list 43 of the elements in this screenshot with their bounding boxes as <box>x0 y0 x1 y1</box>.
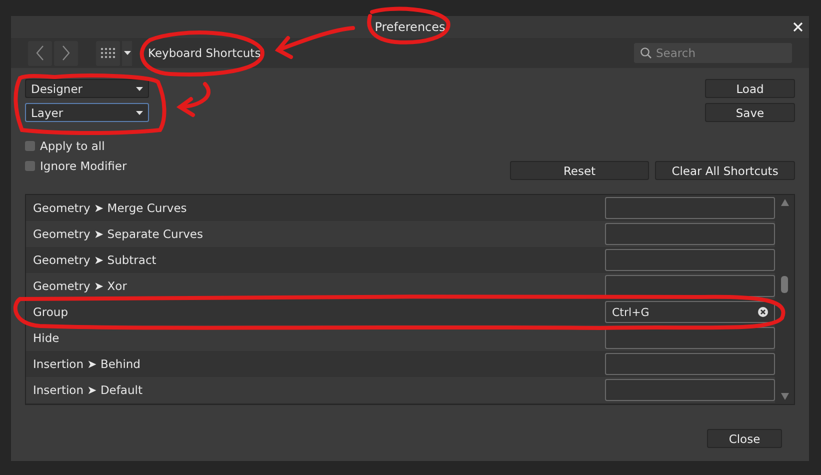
command-label: Insertion ➤ Default <box>33 383 144 397</box>
window-title: Preferences <box>374 20 446 34</box>
annotation-arrow <box>176 82 211 117</box>
command-label: Geometry ➤ Merge Curves <box>33 201 188 215</box>
back-button[interactable] <box>28 40 52 66</box>
command-label: Geometry ➤ Subtract <box>33 253 158 267</box>
caret-icon <box>136 110 143 114</box>
shortcut-field[interactable] <box>605 353 775 375</box>
close-button[interactable]: Close <box>707 429 782 448</box>
dropdown[interactable]: Layer <box>25 103 149 122</box>
load-button[interactable]: Load <box>705 79 795 98</box>
dropdown[interactable]: Designer <box>25 79 149 98</box>
clear-all-button[interactable]: Clear All Shortcuts <box>655 161 795 180</box>
shortcut-field[interactable] <box>605 249 775 271</box>
scroll-down-icon[interactable] <box>780 393 788 400</box>
save-button[interactable]: Save <box>705 103 795 122</box>
shortcut-field[interactable] <box>605 223 775 245</box>
shortcut-field[interactable] <box>605 379 775 401</box>
shortcut-field[interactable] <box>605 197 775 219</box>
shortcut-field[interactable] <box>605 275 775 297</box>
caret-icon <box>136 86 143 90</box>
reset-button[interactable]: Reset <box>510 161 649 180</box>
command-label: Insertion ➤ Behind <box>33 357 142 371</box>
clear-icon[interactable] <box>758 307 768 317</box>
section-title: Keyboard Shortcuts <box>148 46 261 60</box>
checkbox-label: Ignore Modifier <box>40 159 127 173</box>
chevron-right-icon <box>61 45 71 61</box>
caret-icon[interactable] <box>122 40 132 66</box>
command-label: Group <box>33 305 70 319</box>
checkbox-label: Apply to all <box>40 139 105 153</box>
close-icon[interactable] <box>791 20 805 34</box>
scroll-up-icon[interactable] <box>780 199 788 206</box>
command-label: Geometry ➤ Xor <box>33 279 128 293</box>
forward-button[interactable] <box>54 40 78 66</box>
command-label: Hide <box>33 331 60 345</box>
search-field[interactable]: Search <box>634 43 792 63</box>
checkbox[interactable] <box>25 141 35 151</box>
shortcut-field[interactable]: Ctrl+G <box>605 301 775 323</box>
chevron-left-icon <box>35 45 45 61</box>
scrollbar-thumb[interactable] <box>781 276 788 293</box>
grid-icon[interactable] <box>96 40 120 66</box>
command-label: Geometry ➤ Separate Curves <box>33 227 204 241</box>
checkbox[interactable] <box>25 161 35 171</box>
